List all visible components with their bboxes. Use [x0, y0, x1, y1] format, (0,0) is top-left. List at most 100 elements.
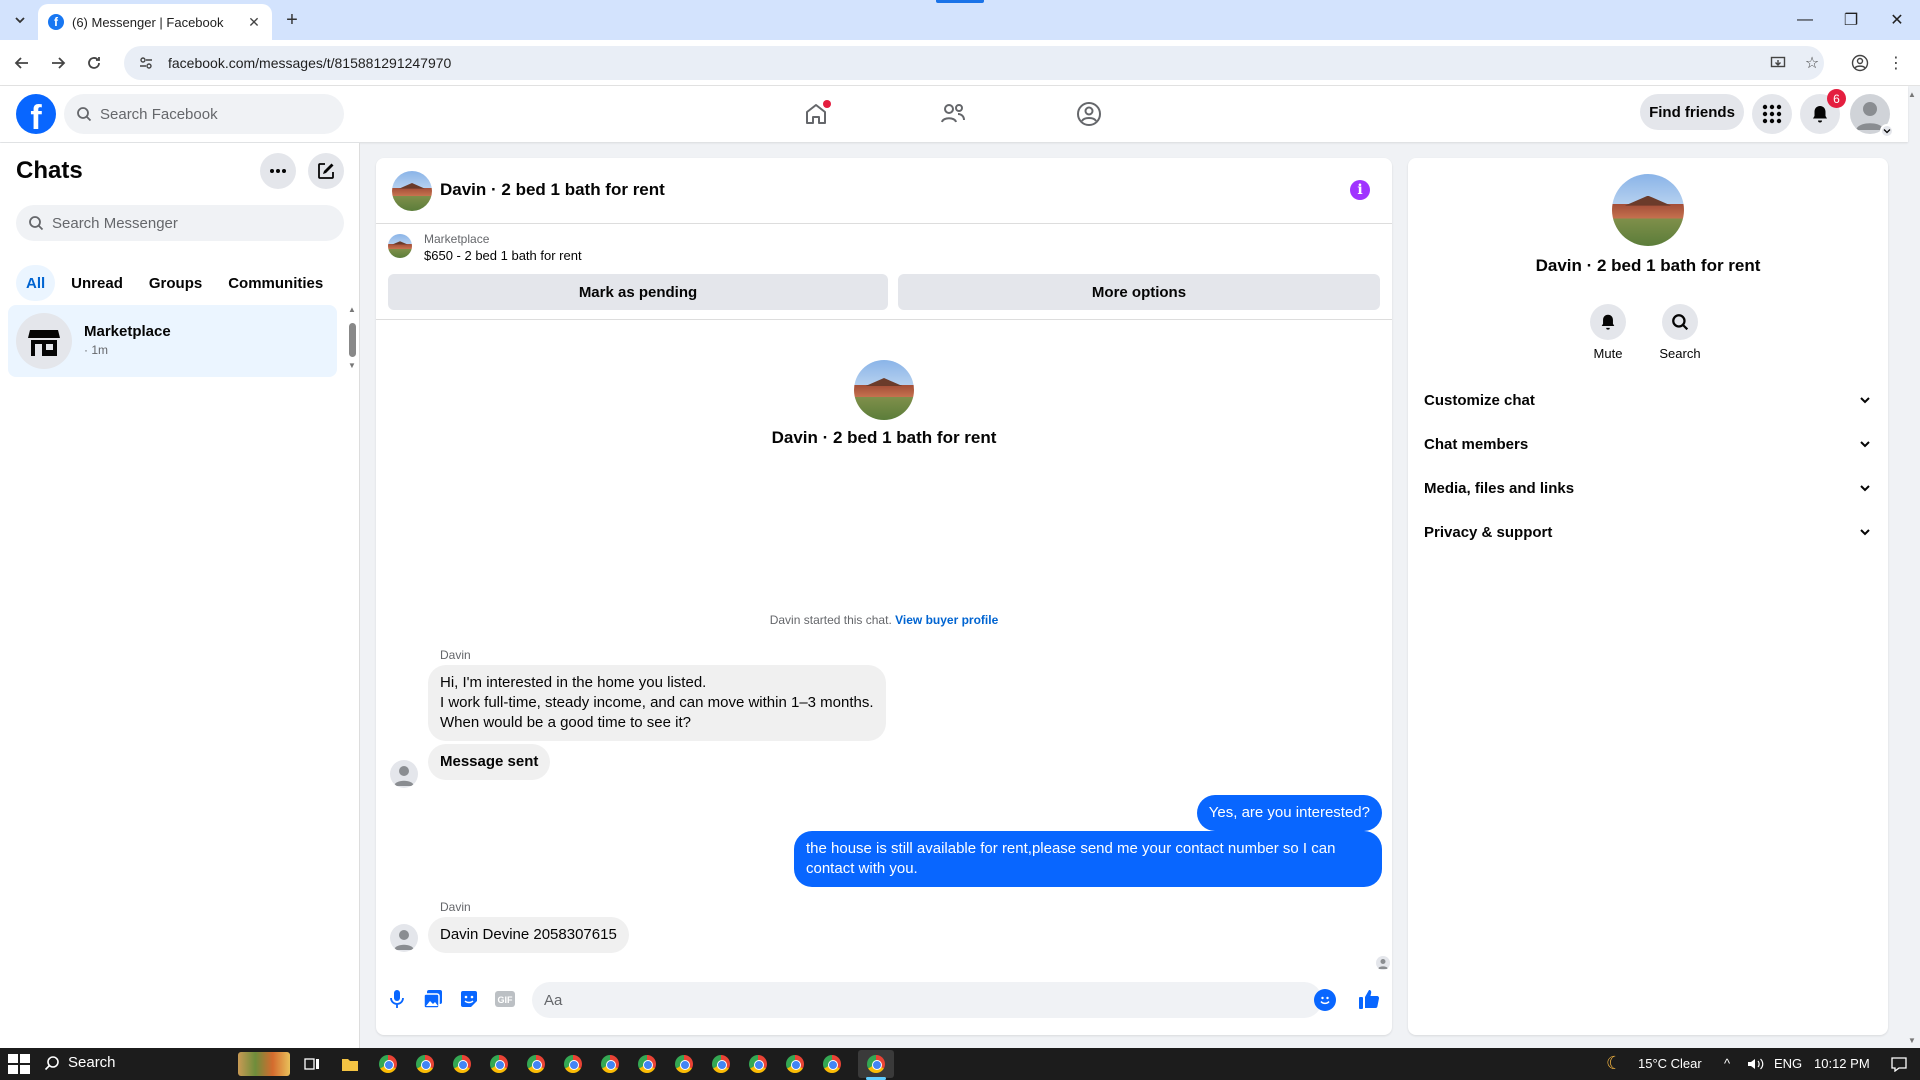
- listing-title[interactable]: $650 - 2 bed 1 bath for rent: [424, 248, 582, 263]
- bookmark-star-icon[interactable]: ☆: [1800, 51, 1824, 75]
- chat-info-panel: Davin · 2 bed 1 bath for rent Mute Searc…: [1408, 158, 1888, 1035]
- facebook-logo[interactable]: f: [16, 94, 56, 134]
- chrome-taskbar-icon[interactable]: [674, 1054, 694, 1074]
- account-menu-chevron[interactable]: [1880, 124, 1894, 138]
- page-scroll-down[interactable]: ▼: [1908, 1036, 1916, 1045]
- tray-chevron-up-icon[interactable]: ^: [1724, 1056, 1730, 1071]
- photo-attach-icon[interactable]: [420, 986, 446, 1012]
- input-language[interactable]: ENG: [1774, 1056, 1802, 1071]
- sidebar-scrollbar[interactable]: [349, 323, 356, 357]
- groups-nav-icon[interactable]: [1069, 94, 1109, 134]
- info-avatar[interactable]: [1612, 174, 1684, 246]
- new-tab-button[interactable]: +: [280, 8, 304, 32]
- conversation-title[interactable]: Davin · 2 bed 1 bath for rent: [440, 180, 665, 200]
- outgoing-message-2[interactable]: the house is still available for rent,pl…: [794, 831, 1382, 887]
- chat-item-marketplace[interactable]: Marketplace · 1m: [8, 305, 337, 377]
- tab-unread[interactable]: Unread: [61, 265, 133, 301]
- chat-started-note: Davin started this chat. View buyer prof…: [376, 613, 1392, 627]
- incoming-message-1[interactable]: Hi, I'm interested in the home you liste…: [428, 665, 886, 741]
- chrome-taskbar-icon[interactable]: [748, 1054, 768, 1074]
- facebook-search[interactable]: Search Facebook: [64, 94, 344, 134]
- browser-tab-messenger[interactable]: f (6) Messenger | Facebook ✕: [38, 4, 272, 40]
- chrome-taskbar-icon[interactable]: [711, 1054, 731, 1074]
- find-friends-button[interactable]: Find friends: [1640, 94, 1744, 130]
- chat-members-row[interactable]: Chat members: [1416, 422, 1880, 466]
- message-input[interactable]: [532, 982, 1322, 1018]
- incoming-message-3[interactable]: Davin Devine 2058307615: [428, 917, 629, 953]
- sender-avatar[interactable]: [390, 924, 418, 952]
- gif-icon[interactable]: GIF: [492, 986, 518, 1012]
- mute-label: Mute: [1593, 346, 1623, 361]
- chrome-taskbar-icon[interactable]: [822, 1054, 842, 1074]
- mute-action[interactable]: Mute: [1578, 304, 1638, 361]
- sidebar-scroll-down[interactable]: ▼: [348, 361, 356, 370]
- menu-grid-button[interactable]: [1752, 94, 1792, 134]
- sender-avatar[interactable]: [390, 760, 418, 788]
- outgoing-message-1[interactable]: Yes, are you interested?: [1196, 795, 1382, 831]
- back-icon[interactable]: [10, 51, 34, 75]
- close-window-icon[interactable]: ✕: [1874, 0, 1920, 40]
- chrome-taskbar-icon[interactable]: [785, 1054, 805, 1074]
- forward-icon[interactable]: [46, 51, 70, 75]
- new-message-button[interactable]: [308, 153, 344, 189]
- message-composer: GIF: [376, 976, 1392, 1024]
- volume-icon[interactable]: [1746, 1056, 1764, 1075]
- close-tab-icon[interactable]: ✕: [246, 14, 262, 30]
- chrome-taskbar-icon[interactable]: [637, 1054, 657, 1074]
- address-bar[interactable]: facebook.com/messages/t/815881291247970: [124, 46, 1824, 80]
- info-icon[interactable]: i: [1350, 180, 1370, 200]
- thumbs-up-icon[interactable]: [1356, 986, 1382, 1012]
- task-view-icon[interactable]: [302, 1054, 322, 1074]
- weather-moon-icon[interactable]: ☾: [1606, 1053, 1622, 1074]
- install-app-icon[interactable]: [1766, 51, 1790, 75]
- clock[interactable]: 10:12 PM: [1814, 1056, 1870, 1071]
- browser-menu-icon[interactable]: ⋮: [1884, 51, 1908, 75]
- mark-as-pending-button[interactable]: Mark as pending: [388, 274, 888, 310]
- restore-icon[interactable]: ❐: [1828, 0, 1874, 40]
- chat-filter-tabs: All Unread Groups Communities: [16, 265, 333, 301]
- taskbar-search[interactable]: Search: [44, 1054, 116, 1071]
- chats-options-button[interactable]: [260, 153, 296, 189]
- minimize-icon[interactable]: —: [1782, 0, 1828, 40]
- friends-nav-icon[interactable]: [933, 94, 973, 134]
- reload-icon[interactable]: [82, 51, 106, 75]
- tab-list-button[interactable]: [8, 8, 32, 32]
- chrome-taskbar-icon[interactable]: [415, 1054, 435, 1074]
- tab-communities[interactable]: Communities: [218, 265, 333, 301]
- emoji-icon[interactable]: [1314, 989, 1336, 1011]
- page-scroll-up[interactable]: ▲: [1908, 90, 1916, 99]
- facebook-header: f Search Facebook Find friends 6: [0, 86, 1908, 142]
- chrome-taskbar-icon[interactable]: [563, 1054, 583, 1074]
- media-files-links-row[interactable]: Media, files and links: [1416, 466, 1880, 510]
- weather-text[interactable]: 15°C Clear: [1638, 1056, 1702, 1071]
- search-highlight-image[interactable]: [238, 1052, 290, 1076]
- home-nav-icon[interactable]: [796, 94, 836, 134]
- tab-all[interactable]: All: [16, 265, 56, 301]
- incoming-message-2[interactable]: Message sent: [428, 744, 551, 780]
- chrome-taskbar-icon[interactable]: [378, 1054, 398, 1074]
- marketplace-avatar: [16, 313, 72, 369]
- chrome-taskbar-icon[interactable]: [452, 1054, 472, 1074]
- customize-chat-row[interactable]: Customize chat: [1416, 378, 1880, 422]
- tab-groups[interactable]: Groups: [139, 265, 212, 301]
- file-explorer-icon[interactable]: [340, 1054, 360, 1074]
- view-buyer-profile-link[interactable]: View buyer profile: [895, 613, 998, 627]
- chrome-taskbar-icon[interactable]: [489, 1054, 509, 1074]
- contact-avatar[interactable]: [392, 171, 432, 211]
- privacy-support-row[interactable]: Privacy & support: [1416, 510, 1880, 554]
- windows-start-icon[interactable]: [8, 1054, 30, 1074]
- search-messenger-input[interactable]: Search Messenger: [16, 205, 344, 241]
- listing-thumbnail[interactable]: [388, 234, 412, 258]
- notification-center-icon[interactable]: [1890, 1056, 1908, 1075]
- sticker-icon[interactable]: [456, 986, 482, 1012]
- chrome-taskbar-icon[interactable]: [600, 1054, 620, 1074]
- search-action[interactable]: Search: [1650, 304, 1710, 361]
- microphone-icon[interactable]: [384, 986, 410, 1012]
- profile-icon[interactable]: [1848, 51, 1872, 75]
- sidebar-scroll-up[interactable]: ▲: [348, 305, 356, 314]
- chevron-down-icon: [15, 17, 25, 24]
- more-options-button[interactable]: More options: [898, 274, 1380, 310]
- site-info-icon[interactable]: [138, 55, 154, 71]
- chrome-taskbar-icon-active[interactable]: [866, 1054, 886, 1074]
- chrome-taskbar-icon[interactable]: [526, 1054, 546, 1074]
